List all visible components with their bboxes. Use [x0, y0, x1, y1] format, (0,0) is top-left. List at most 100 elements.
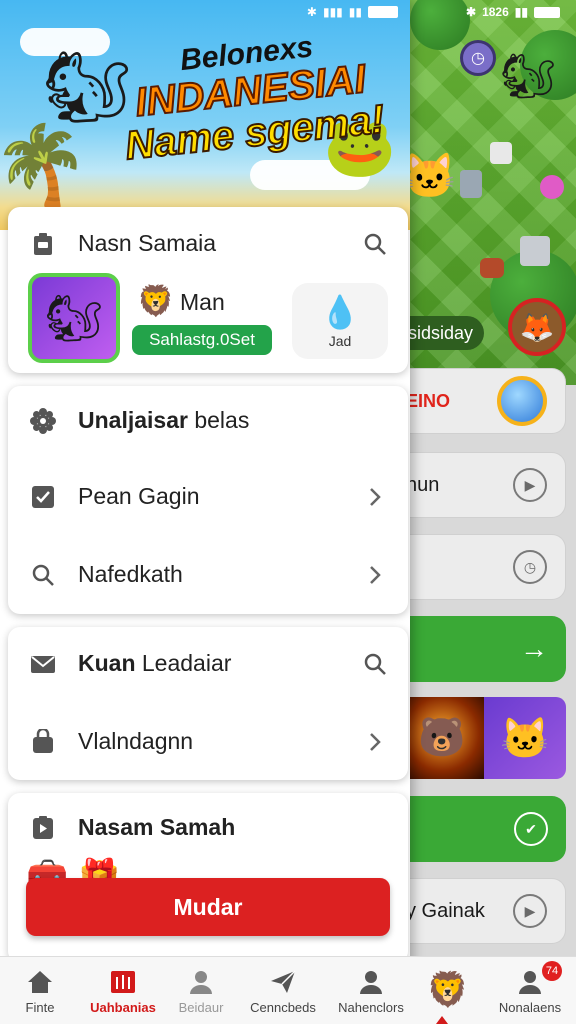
leaderboard-title-bold: Kuan: [78, 649, 136, 676]
bluetooth-icon: ✱: [466, 5, 477, 19]
main-sheet: ✱ ▮▮▮ ▮▮ 🐿 🐸 🌴 Belonexs INDANESIAI Name …: [0, 0, 410, 1024]
arrow-right-icon: →: [520, 633, 548, 664]
bg-row-green-check[interactable]: ✔: [400, 796, 566, 862]
cat-character-icon: 🐱: [402, 152, 457, 201]
check-icon: ✔: [514, 812, 548, 846]
profile-icon: [356, 967, 386, 997]
cat-character-icon: 🐿: [500, 52, 556, 101]
settings-card-title: Unaljaisar belas: [78, 407, 249, 434]
list-item-vlalndagnn[interactable]: Vlalndagnn: [8, 711, 408, 771]
nav-item-cenncbeds[interactable]: Cenncbeds: [236, 957, 330, 1024]
game-name-card-title: Nasam Samah: [78, 813, 236, 840]
battery-icon: [368, 6, 398, 18]
list-item-label: Nafedkath: [78, 560, 183, 587]
chevron-right-icon: [362, 562, 388, 588]
chevron-right-icon: [362, 729, 388, 755]
gear-icon: [30, 408, 56, 434]
user-name: Man: [180, 289, 225, 315]
nav-label: Nahenclors: [338, 1000, 404, 1015]
bg-row-gainak[interactable]: y Gainak ▶: [400, 878, 566, 944]
leaderboard-card-title: Kuan Leadaiar: [78, 650, 231, 677]
nav-item-beidaur[interactable]: Beidaur: [166, 957, 236, 1024]
settings-title-bold: Unaljaisar: [78, 406, 188, 433]
status-time: 1826: [482, 5, 509, 19]
bear-image: 🐻: [400, 697, 484, 779]
box-prop-icon: [520, 236, 550, 266]
clock-prop-icon: ◷: [460, 40, 496, 76]
list-item-nafedkath[interactable]: Nafedkath: [8, 544, 408, 604]
palm-tree-icon: 🌴: [0, 121, 90, 209]
nav-item-uahbanias[interactable]: Uahbanias: [80, 957, 166, 1024]
pot-prop-icon: [480, 258, 504, 278]
game-thumbnail[interactable]: 🐿: [28, 273, 120, 363]
leaderboard-card: Kuan Leadaiar Vlalndagnn: [8, 627, 408, 780]
bg-row-gainak-label: y Gainak: [406, 899, 485, 922]
status-pill-label: Sahlastg.0Set: [149, 330, 255, 349]
nav-label: Finte: [25, 1000, 55, 1015]
book-icon: [108, 967, 138, 997]
bg-row-green-action[interactable]: →: [400, 616, 566, 682]
nav-label: Nonalaens: [498, 1000, 562, 1015]
tag-icon: [30, 484, 56, 510]
play-icon: ▶: [513, 468, 547, 502]
nav-label: Beidaur: [178, 1000, 224, 1015]
home-icon: [25, 967, 55, 997]
drop-icon: 💧: [320, 294, 360, 330]
nav-label: Uahbanias: [90, 1000, 156, 1015]
list-item-pean-gagin[interactable]: Pean Gagin: [8, 466, 408, 526]
cat-image: 🐱: [484, 697, 566, 779]
bg-row-nun[interactable]: nun ▶: [400, 452, 566, 518]
list-item-label: Pean Gagin: [78, 482, 200, 509]
jad-label: Jad: [328, 333, 352, 349]
leaderboard-title-rest: Leadaiar: [135, 649, 232, 676]
bg-image-strip[interactable]: 🐻 🐱: [400, 697, 566, 779]
search-icon[interactable]: [362, 651, 388, 677]
mail-icon: [30, 651, 56, 677]
bottom-nav: Finte Uahbanias Beidaur Cenncbeds Nahenc…: [0, 956, 576, 1024]
globe-icon: [497, 376, 547, 426]
list-item-label: Vlalndagnn: [78, 727, 194, 754]
game-name-card-header[interactable]: Nasam Samah: [8, 797, 408, 857]
bg-row-eino[interactable]: EINO: [400, 368, 566, 434]
nav-label: Cenncbeds: [250, 1000, 316, 1015]
play-icon: ▶: [513, 894, 547, 928]
search-icon: [30, 562, 56, 588]
video-icon: [30, 815, 56, 841]
chevron-right-icon: [362, 484, 388, 510]
tree-icon: [410, 0, 470, 50]
mudar-button[interactable]: Mudar: [26, 878, 390, 936]
game-card-header[interactable]: Nasn Samaia: [8, 213, 408, 273]
game-card-title: Nasn Samaia: [78, 229, 217, 256]
cake-prop-icon: [490, 142, 512, 164]
nav-item-finte[interactable]: Finte: [0, 957, 80, 1024]
nav-item-nahenclors[interactable]: Nahenclors: [330, 957, 412, 1024]
clipboard-icon: [30, 231, 56, 257]
status-pill[interactable]: Sahlastg.0Set: [132, 325, 272, 355]
game-card[interactable]: Nasn Samaia 🐿 🦁 Man Sahlastg.0Set 💧 Jad: [8, 207, 408, 373]
flower-prop-icon: [540, 175, 564, 199]
battery-icon: [534, 6, 560, 18]
active-indicator: [436, 1016, 448, 1024]
game-day-pill[interactable]: sidsiday: [400, 316, 484, 350]
person-icon: [515, 967, 545, 997]
jad-shortcut[interactable]: 💧 Jad: [292, 283, 388, 359]
send-icon: [268, 967, 298, 997]
bg-row-clock[interactable]: ◷: [400, 534, 566, 600]
lion-mascot-icon: 🦁: [426, 970, 470, 1009]
bluetooth-icon: ✱: [306, 5, 317, 19]
background-status-bar: ✱ 1826 ▮▮: [466, 5, 560, 19]
user-avatar: 🦁: [137, 284, 175, 318]
nav-item-nonalaens[interactable]: Nonalaens 74: [484, 957, 576, 1024]
signal-icon: ▮▮▮: [322, 5, 343, 19]
leaderboard-card-header[interactable]: Kuan Leadaiar: [8, 633, 408, 693]
game-day-pill-label: sidsiday: [408, 322, 474, 343]
wifi-icon: ▮▮: [348, 5, 362, 19]
search-icon[interactable]: [362, 231, 388, 257]
player-avatar[interactable]: 🦊: [508, 298, 566, 356]
bag-icon: [30, 729, 56, 755]
hero-banner[interactable]: 🐿 🐸 🌴 Belonexs INDANESIAI Name sgema!: [0, 0, 410, 230]
signal-icon: ▮▮: [514, 5, 528, 19]
settings-card-header[interactable]: Unaljaisar belas: [8, 390, 408, 450]
user-icon: [186, 967, 216, 997]
nav-item-mascot[interactable]: 🦁: [412, 957, 484, 1024]
